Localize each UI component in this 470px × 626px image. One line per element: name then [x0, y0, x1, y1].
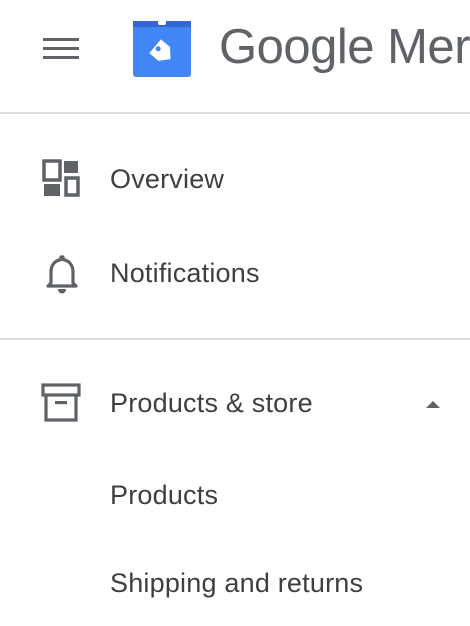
nav-item-overview[interactable]: Overview	[0, 152, 470, 208]
nav-subitem-products[interactable]: Products	[0, 470, 470, 522]
hamburger-menu-icon[interactable]	[38, 30, 86, 66]
bell-icon	[40, 252, 84, 296]
merchant-tag-logo-icon[interactable]	[131, 17, 193, 79]
archive-box-icon	[40, 381, 84, 425]
nav-item-products-store[interactable]: Products & store	[0, 376, 470, 432]
caret-up-icon[interactable]	[418, 389, 448, 419]
app-header: Google Merc	[0, 0, 470, 112]
nav-label-products: Products	[110, 480, 219, 510]
nav-item-notifications[interactable]: Notifications	[0, 246, 470, 302]
nav-label-notifications: Notifications	[110, 258, 260, 288]
nav-subitem-shipping-returns[interactable]: Shipping and returns	[0, 558, 470, 610]
dashboard-icon	[40, 156, 84, 200]
nav-label-products-store: Products & store	[110, 388, 313, 418]
header-divider	[0, 112, 470, 114]
nav-label-overview: Overview	[110, 164, 225, 194]
brand-title: Google Merc	[219, 20, 470, 74]
section-divider	[0, 338, 470, 340]
nav-label-shipping-returns: Shipping and returns	[110, 568, 364, 598]
